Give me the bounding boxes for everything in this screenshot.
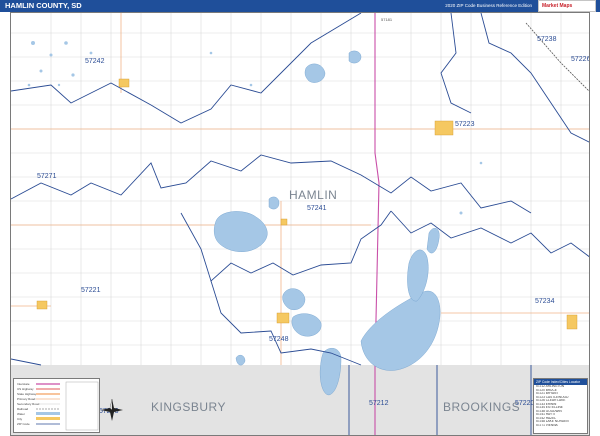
zip-label-57226: 57226	[571, 56, 590, 63]
zip-boundary-southwest	[11, 358, 42, 366]
zip-label-57221: 57221	[81, 287, 101, 294]
map-canvas: HAMLIN KINGSBURY BROOKINGS 57242 57238 5…	[11, 13, 590, 435]
pond-1	[348, 50, 362, 64]
zip-label-57271: 57271	[37, 173, 57, 180]
map-title: HAMLIN COUNTY, SD	[5, 1, 82, 10]
town-lake-norden	[276, 312, 290, 324]
zip-label-57248: 57248	[269, 336, 289, 343]
zip-label-57223: 57223	[455, 121, 475, 128]
zip-label-57220: 57220	[515, 400, 535, 407]
pond-3	[235, 354, 246, 366]
county-label-hamlin: HAMLIN	[289, 188, 337, 202]
town-castlewood	[434, 120, 454, 136]
legend-swatches	[36, 381, 99, 431]
compass-rose-icon	[101, 398, 123, 421]
zip-label-57234: 57234	[535, 298, 555, 305]
zip-label-57212: 57212	[369, 400, 389, 407]
lake-north	[304, 63, 326, 83]
lake-poinsett	[360, 290, 441, 371]
zip-label-57241: 57241	[307, 205, 327, 212]
town-hazel	[118, 78, 130, 88]
county-map[interactable]: HAMLIN KINGSBURY BROOKINGS 57242 57238 5…	[10, 12, 590, 436]
publisher-logo: Market Maps	[538, 0, 596, 12]
title-bar: HAMLIN COUNTY, SD 2020 ZIP Code Business…	[0, 0, 600, 12]
map-legend: Interstate US Highway State Highway Prim…	[13, 378, 100, 433]
map-subtitle: 2020 ZIP Code Business Reference Edition	[445, 3, 532, 8]
zip-code-index: ZIP Code Index/Cities Locator 57212 ARLI…	[533, 378, 588, 434]
logo-text: Market Maps	[542, 3, 573, 9]
towns	[36, 78, 578, 330]
county-label-kingsbury: KINGSBURY	[151, 400, 226, 414]
lake-norden	[291, 313, 322, 337]
lake-center	[282, 288, 306, 310]
lake-northeast	[426, 228, 440, 254]
pond-2	[268, 196, 280, 210]
zip-boundary-north-2	[440, 13, 472, 114]
zip-label-57242: 57242	[85, 58, 105, 65]
town-hayti	[280, 218, 288, 226]
zip-index-row: 57271 VIENNA	[536, 423, 558, 427]
map-poster: HAMLIN COUNTY, SD 2020 ZIP Code Business…	[0, 0, 600, 436]
lakes	[213, 50, 441, 396]
small-ponds	[27, 41, 483, 215]
zip-boundary-northeast	[480, 13, 589, 143]
road-label-top: 57181	[381, 17, 393, 22]
county-label-brookings: BROOKINGS	[443, 400, 520, 414]
town-estelline	[566, 314, 578, 330]
lake-poinsett-west	[213, 211, 268, 252]
town-bryant	[36, 300, 48, 310]
zip-label-57238: 57238	[537, 36, 557, 43]
